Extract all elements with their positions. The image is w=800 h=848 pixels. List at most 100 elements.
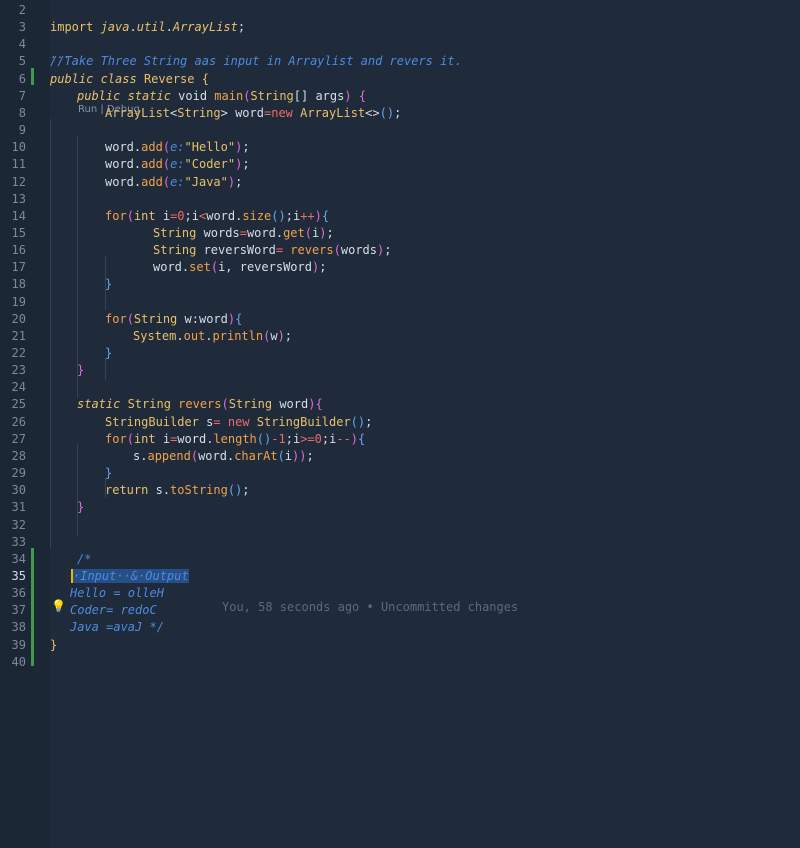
line-number: 23 <box>11 363 26 378</box>
code-line[interactable]: } <box>105 276 112 293</box>
code-line[interactable]: } <box>77 499 84 516</box>
codelens-run-link[interactable]: Run <box>78 104 97 115</box>
line-number: 29 <box>11 466 26 481</box>
code-token: public <box>50 71 101 86</box>
code-line[interactable]: for(int i=word.length()-1;i>=0;i--){ <box>105 431 365 448</box>
code-token: for <box>105 208 127 223</box>
line-number: 25 <box>11 397 26 412</box>
code-line[interactable]: word.set(i, reversWord); <box>153 259 326 276</box>
code-token: 0 <box>314 431 322 446</box>
code-token: >= <box>300 431 315 446</box>
code-line[interactable]: public class Reverse { <box>50 71 209 88</box>
line-number: 7 <box>18 88 26 103</box>
code-token: i <box>162 208 171 223</box>
code-line[interactable]: public static void main(String[] args) { <box>77 88 366 105</box>
code-line[interactable]: } <box>50 637 57 654</box>
line-number: 13 <box>11 191 26 206</box>
code-line[interactable]: String words=word.get(i); <box>153 225 334 242</box>
line-number: 34 <box>11 551 26 566</box>
code-token: i <box>162 431 171 446</box>
code-token: get <box>283 225 305 240</box>
code-line[interactable]: import java.util.ArrayList; <box>50 19 245 36</box>
code-token: reversWord <box>203 243 276 258</box>
code-token: static <box>127 88 179 103</box>
code-token: ( <box>162 157 171 172</box>
code-token: ; <box>242 157 250 172</box>
code-token: void <box>178 88 215 103</box>
code-token: ; <box>235 174 243 189</box>
code-line[interactable]: Hello = olleH <box>70 585 164 602</box>
code-line[interactable]: StringBuilder s= new StringBuilder(); <box>105 414 372 431</box>
code-token: "Coder" <box>184 157 236 172</box>
code-token: } <box>77 500 85 515</box>
code-token: { <box>321 208 330 223</box>
code-token: ( <box>277 448 285 463</box>
code-line[interactable]: word.add(e:"Hello"); <box>105 139 250 156</box>
line-number: 31 <box>11 500 26 515</box>
code-token: ( <box>190 448 199 463</box>
code-token: ; <box>285 431 293 446</box>
code-line[interactable]: for(int i=0;i<word.size();i++){ <box>105 208 329 225</box>
git-added-indicator[interactable] <box>31 548 34 666</box>
indent-guide <box>77 444 78 536</box>
code-token: ; <box>326 225 334 240</box>
code-token: charAt <box>234 448 278 463</box>
line-number: 20 <box>11 311 26 326</box>
code-line[interactable]: } <box>77 362 84 379</box>
line-number: 38 <box>11 620 26 635</box>
code-token: . <box>162 483 171 498</box>
code-token: word <box>206 208 236 223</box>
code-line[interactable]: //Take Three String aas input in Arrayli… <box>50 53 462 70</box>
code-line[interactable]: } <box>105 465 112 482</box>
code-line[interactable]: System.out.println(w); <box>133 328 292 345</box>
code-line[interactable]: Java =avaJ */ <box>70 619 164 636</box>
code-token: <> <box>365 105 380 120</box>
line-number: 35 <box>11 568 26 583</box>
code-line[interactable]: ·Input··&·Output <box>71 568 189 585</box>
code-line[interactable]: String reversWord= revers(words); <box>153 242 391 259</box>
code-token: ) <box>350 431 359 446</box>
code-token: add <box>141 140 163 155</box>
code-line[interactable]: } <box>105 345 112 362</box>
code-token: println <box>212 328 264 343</box>
code-token: . <box>176 328 184 343</box>
line-number: 32 <box>11 517 26 532</box>
code-token: } <box>105 346 113 360</box>
code-line[interactable]: return s.toString(); <box>105 482 250 499</box>
code-token: ( <box>304 225 312 240</box>
code-token: for <box>105 311 127 326</box>
code-token: : <box>191 311 199 326</box>
code-line[interactable]: Coder= redoC <box>70 602 157 619</box>
code-line[interactable]: ArrayList<String> word=new ArrayList<>()… <box>105 105 401 122</box>
code-token: Java =avaJ */ <box>70 620 164 635</box>
code-line[interactable]: word.add(e:"Java"); <box>105 174 242 191</box>
code-token: import <box>50 20 101 35</box>
code-token: ( <box>210 260 219 275</box>
code-line[interactable]: word.add(e:"Coder"); <box>105 156 250 173</box>
code-line[interactable]: static String revers(String word){ <box>77 396 323 413</box>
code-token: { <box>358 431 366 446</box>
code-line[interactable]: /* <box>77 551 91 568</box>
code-token: ++ <box>300 208 315 223</box>
code-token: String <box>133 311 185 326</box>
code-token: . <box>129 20 137 35</box>
code-editor[interactable]: 2 3 4 5 6 7 8 9 10 11 12 13 14 15 16 17 18 19 20 21 22 23 24 25… <box>0 0 800 848</box>
code-token: } <box>77 363 85 378</box>
code-token: word <box>105 157 134 172</box>
lightbulb-icon[interactable]: 💡 <box>51 598 66 615</box>
code-line[interactable]: s.append(word.charAt(i)); <box>133 448 314 465</box>
code-token: word <box>105 174 134 189</box>
code-token: add <box>141 174 163 189</box>
code-token: //Take Three String aas input in Arrayli… <box>50 54 462 69</box>
code-token: class <box>100 71 144 86</box>
code-token: word <box>198 448 227 463</box>
code-token: [] args <box>293 88 345 103</box>
code-line[interactable]: for(String w:word){ <box>105 311 242 328</box>
line-number: 36 <box>11 586 26 601</box>
code-token: = <box>275 243 291 258</box>
code-token: Hello = olleH <box>70 586 164 601</box>
git-modified-indicator[interactable] <box>31 68 34 85</box>
code-token: static <box>77 397 128 412</box>
code-token: i <box>284 448 293 463</box>
line-number: 11 <box>11 157 26 172</box>
